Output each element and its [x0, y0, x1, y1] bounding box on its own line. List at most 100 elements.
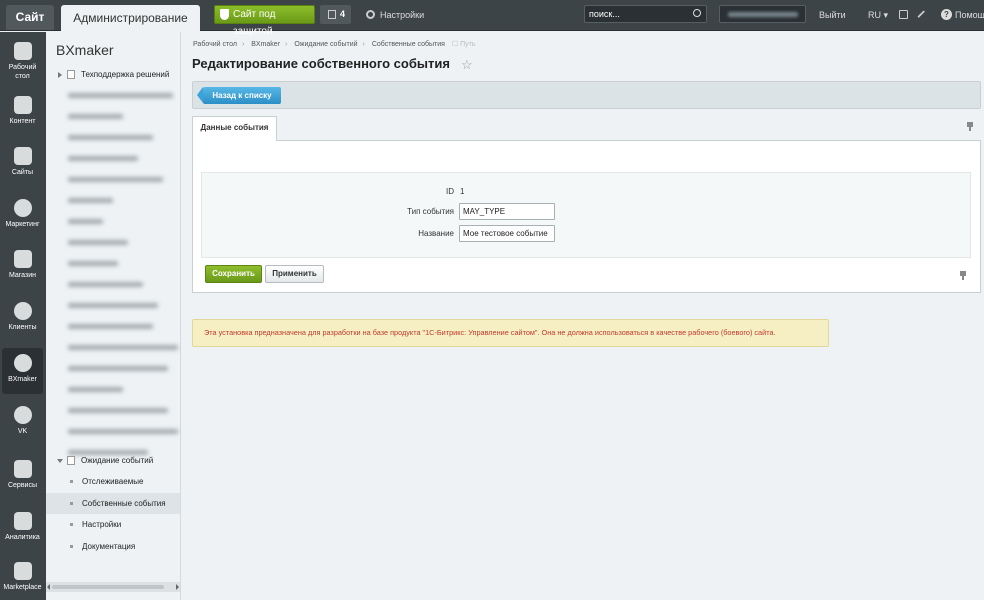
search-input[interactable]: поиск... — [584, 5, 707, 23]
logout-link[interactable]: Выйти — [819, 10, 846, 20]
arrow-circle-icon — [13, 354, 32, 372]
menu-bxmaker[interactable]: BXmaker — [2, 348, 43, 394]
tree-item-blurred[interactable] — [46, 148, 180, 169]
blurred-label — [68, 135, 153, 140]
breadcrumb-item[interactable]: Рабочий стол — [193, 41, 237, 48]
expand-arrow-icon[interactable] — [58, 72, 62, 78]
menu-vk[interactable]: VK — [2, 406, 43, 440]
breadcrumb-item[interactable]: Ожидание событий — [294, 41, 357, 48]
menu-services[interactable]: Сервисы — [2, 460, 43, 494]
tree-item-blurred[interactable] — [46, 400, 180, 421]
tree-item-blurred[interactable] — [46, 106, 180, 127]
menu-marketing[interactable]: Маркетинг — [2, 199, 43, 233]
menu-shop[interactable]: Магазин — [2, 250, 43, 284]
bar-chart-icon — [13, 512, 32, 530]
search-icon[interactable] — [693, 9, 701, 17]
blurred-label — [68, 93, 173, 98]
clients-icon — [13, 302, 32, 320]
tree-item-blurred[interactable] — [46, 379, 180, 400]
favorite-star-icon[interactable]: ☆ — [461, 57, 473, 73]
pin-icon[interactable] — [960, 271, 966, 280]
menu-label: Аналитика — [5, 534, 40, 541]
menu-desktop[interactable]: Рабочий стол — [2, 40, 43, 85]
scroll-left-icon[interactable] — [47, 584, 50, 590]
breadcrumb-path[interactable]: ☐ Путь — [452, 41, 481, 48]
collapse-arrow-icon[interactable] — [57, 459, 63, 463]
tree-item-blurred[interactable] — [46, 253, 180, 274]
tree-item-blurred[interactable] — [46, 337, 180, 358]
menu-label: VK — [17, 428, 28, 435]
tree-item[interactable]: Техподдержка решений — [46, 64, 180, 85]
tree-item-blurred[interactable] — [46, 421, 180, 442]
site-secure-button[interactable]: Сайт под защитой — [214, 5, 315, 37]
tab-admin[interactable]: Администрирование — [61, 5, 200, 31]
tree-item-blurred[interactable] — [46, 190, 180, 211]
blurred-label — [68, 198, 113, 203]
scroll-thumb[interactable] — [52, 585, 164, 589]
tree-item-blurred[interactable] — [46, 274, 180, 295]
menu-content[interactable]: Контент — [2, 96, 43, 130]
breadcrumb-path-label: Путь — [460, 41, 476, 48]
back-to-list-button[interactable]: Назад к списку — [197, 87, 281, 104]
blurred-label — [68, 345, 178, 350]
tree-item-blurred[interactable] — [46, 295, 180, 316]
breadcrumb-separator: › — [241, 41, 245, 48]
menu-label: Магазин — [8, 272, 36, 279]
menu-sites[interactable]: Сайты — [2, 147, 43, 181]
language-selector[interactable]: RU ▾ — [868, 10, 888, 21]
settings-link[interactable]: Настройки — [366, 8, 424, 22]
tree-subitem-docs[interactable]: Документация — [46, 536, 180, 557]
user-menu[interactable] — [719, 5, 806, 23]
tree-horizontal-scrollbar[interactable] — [46, 582, 180, 592]
tree-item-blurred[interactable] — [46, 169, 180, 190]
menu-label: Клиенты — [8, 324, 37, 331]
basket-icon — [13, 250, 32, 268]
menu-marketplace[interactable]: Marketplace — [2, 562, 43, 596]
breadcrumb-item[interactable]: Собственные события — [372, 41, 445, 48]
main-menu: Рабочий стол Контент Сайты Маркетинг Маг… — [0, 32, 46, 600]
name-input[interactable] — [459, 225, 555, 242]
tab-site[interactable]: Сайт — [6, 5, 54, 30]
blurred-label — [68, 324, 153, 329]
id-label: ID — [446, 187, 454, 196]
breadcrumb-separator: › — [285, 41, 288, 48]
tree-item-blurred[interactable] — [46, 358, 180, 379]
tree-item-blurred[interactable] — [46, 232, 180, 253]
notifications-button[interactable]: 4 — [320, 5, 351, 24]
pin-icon[interactable] — [967, 122, 973, 131]
tree-item-label: Документация — [82, 542, 136, 551]
menu-label: BXmaker — [8, 376, 37, 383]
tab-event-data[interactable]: Данные события — [192, 116, 277, 142]
page-title: Редактирование собственного события — [192, 56, 450, 71]
arrow-circle-icon — [13, 406, 32, 424]
tree-subitem-settings[interactable]: Настройки — [46, 514, 180, 535]
tree-item-blurred[interactable] — [46, 211, 180, 232]
apply-button[interactable]: Применить — [265, 265, 324, 283]
tree-item-blurred[interactable] — [46, 85, 180, 106]
scroll-right-icon[interactable] — [176, 584, 179, 590]
dev-install-notice: Эта установка предназначена для разработ… — [192, 319, 829, 347]
pin-icon[interactable] — [917, 10, 926, 19]
event-type-input[interactable] — [459, 203, 555, 220]
help-label: Помощь — [955, 10, 984, 20]
help-link[interactable]: ? Помощь — [941, 9, 984, 20]
edit-form-panel: ID 1 Тип события Название Сохранить Прим… — [192, 141, 981, 293]
menu-label: Маркетинг — [5, 221, 40, 228]
breadcrumb-item[interactable]: BXmaker — [251, 41, 280, 48]
tree-item[interactable]: Ожидание событий — [46, 450, 180, 471]
tree-item-blurred[interactable] — [46, 316, 180, 337]
menu-clients[interactable]: Клиенты — [2, 302, 43, 336]
tree-subitem-tracked[interactable]: Отслеживаемые — [46, 471, 180, 492]
breadcrumb: Рабочий стол › BXmaker › Ожидание событий ›… — [193, 40, 486, 48]
save-button[interactable]: Сохранить — [205, 265, 262, 283]
context-toolbar: Назад к списку — [192, 81, 981, 109]
blurred-label — [68, 408, 168, 413]
tree-item-blurred[interactable] — [46, 127, 180, 148]
tree-subitem-own-events[interactable]: Собственные события — [46, 493, 180, 514]
blurred-label — [68, 240, 128, 245]
blurred-label — [68, 303, 158, 308]
gear-icon — [366, 10, 375, 19]
menu-analytics[interactable]: Аналитика — [2, 512, 43, 546]
window-icon[interactable] — [899, 10, 908, 19]
folder-icon — [67, 70, 75, 79]
